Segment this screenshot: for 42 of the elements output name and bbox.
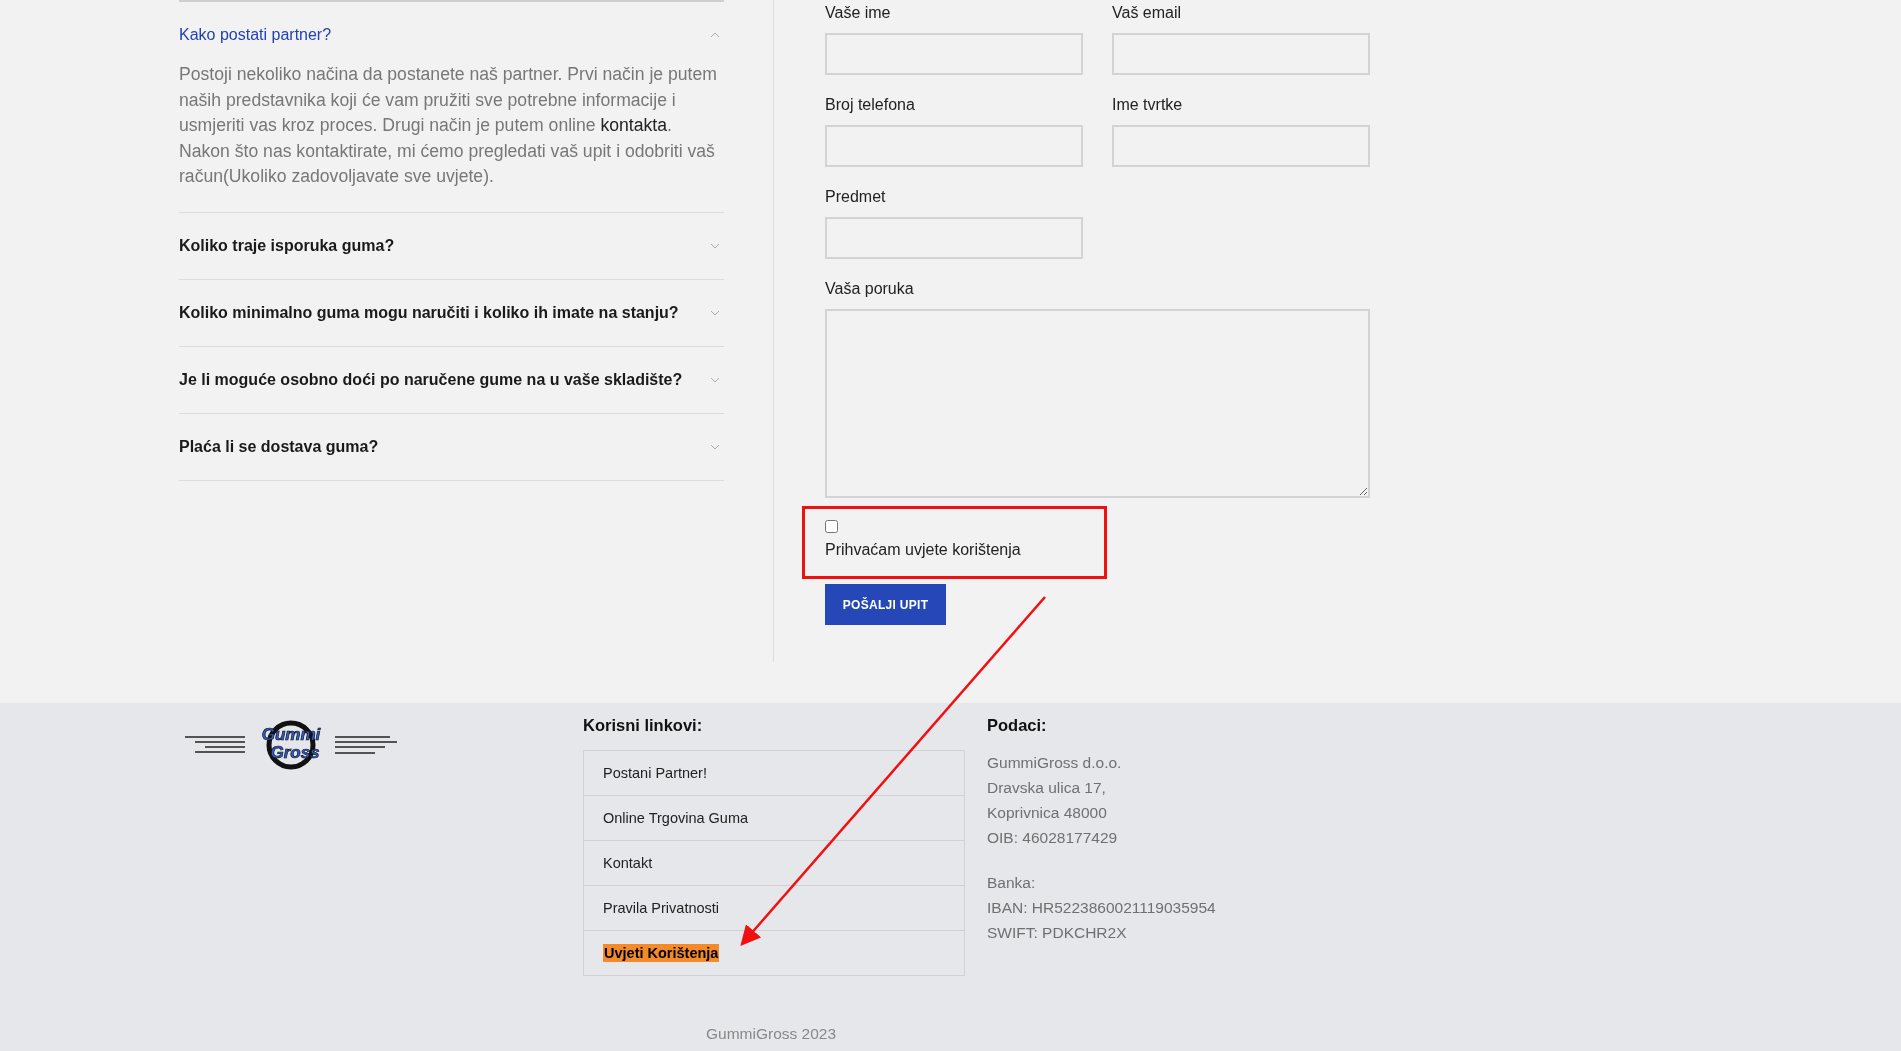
faq-question[interactable]: Koliko minimalno guma mogu naručiti i koliko ih imate na stanju? — [179, 303, 679, 322]
faq-question[interactable]: Koliko traje isporuka guma? — [179, 236, 395, 255]
chevron-up-icon — [710, 32, 720, 38]
field-label: Vaše ime — [825, 3, 892, 23]
bank-line: Banka: — [987, 873, 1037, 893]
field-label: Predmet — [825, 187, 887, 207]
contact-link[interactable]: kontakta — [600, 115, 667, 135]
field-label: Vaš email — [1112, 3, 1183, 23]
chevron-down-icon — [710, 376, 720, 383]
input-field[interactable] — [1112, 125, 1370, 167]
chevron-down-icon — [710, 443, 720, 450]
info-line: Koprivnica 48000 — [987, 803, 1108, 823]
bank-line: IBAN: HR5223860021119035954 — [987, 898, 1216, 918]
field-label: Ime tvrtke — [1112, 95, 1184, 115]
submit-button[interactable]: POŠALJI UPIT — [825, 584, 946, 625]
info-line: OIB: 46028177429 — [987, 828, 1119, 848]
input-field[interactable] — [825, 33, 1083, 75]
footer-link[interactable]: Kontakt — [584, 840, 964, 885]
footer-link[interactable]: Uvjeti Korištenja — [584, 930, 964, 975]
copyright: GummiGross 2023 — [706, 1025, 837, 1042]
faq-question[interactable]: Je li moguće osobno doći po naručene gume na u vaše skladište? — [179, 370, 683, 389]
checkbox[interactable] — [825, 520, 838, 533]
links-heading: Korisni linkovi: — [583, 715, 704, 736]
message-field[interactable] — [825, 309, 1370, 498]
footer-link[interactable]: Postani Partner! — [584, 751, 964, 795]
faq-answer: Postoji nekoliko načina da postanete naš partner. Prvi način je putem naših predstavnika koji će vam pružiti sve potrebne informacije i usmjeriti vas kroz proces. Drugi način je putem online kontakta. Nakon što nas kontaktirate, mi ćemo pregledati vaš upit i odobriti vaš račun(Ukoliko zadovoljavate sve uvjete). — [179, 63, 718, 188]
input-field[interactable] — [825, 125, 1083, 167]
field-label: Vaša poruka — [825, 279, 915, 299]
info-heading: Podaci: — [987, 715, 1048, 736]
faq-question[interactable]: Plaća li se dostava guma? — [179, 437, 379, 456]
faq-question[interactable]: Kako postati partner? — [179, 26, 332, 44]
chevron-down-icon — [710, 309, 720, 316]
footer-link[interactable]: Online Trgovina Guma — [584, 795, 964, 840]
input-field[interactable] — [1112, 33, 1370, 75]
bank-line: SWIFT: PDKCHR2X — [987, 923, 1128, 943]
info-line: Dravska ulica 17, — [987, 778, 1107, 798]
chevron-down-icon — [710, 242, 720, 249]
input-field[interactable] — [825, 217, 1083, 259]
field-label: Broj telefona — [825, 95, 916, 115]
info-line: GummiGross d.o.o. — [987, 753, 1123, 773]
checkbox-label: Prihvaćam uvjete korištenja — [825, 540, 1021, 560]
footer-link[interactable]: Pravila Privatnosti — [584, 885, 964, 930]
